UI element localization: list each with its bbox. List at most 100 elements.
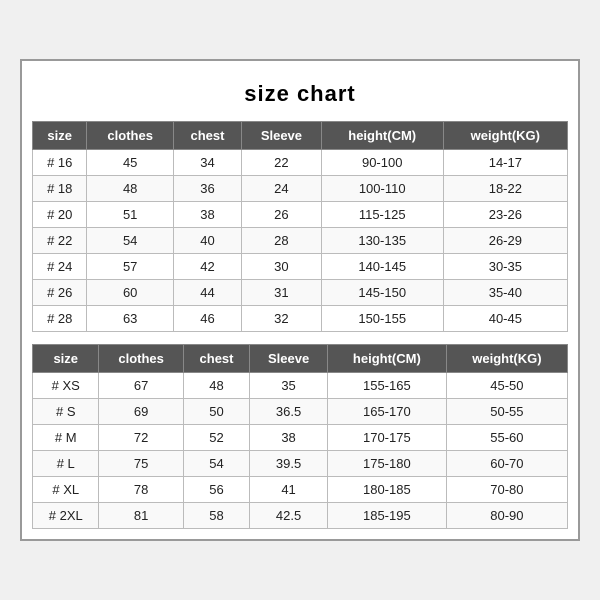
table-cell: # 22 (33, 228, 87, 254)
table-row: # L755439.5175-18060-70 (33, 451, 568, 477)
table-cell: 55-60 (446, 425, 567, 451)
table-cell: 165-170 (327, 399, 446, 425)
table-cell: # 26 (33, 280, 87, 306)
table-cell: 180-185 (327, 477, 446, 503)
table-cell: 69 (99, 399, 183, 425)
table-cell: 70-80 (446, 477, 567, 503)
table-cell: 78 (99, 477, 183, 503)
table-cell: 26-29 (443, 228, 567, 254)
table1-header-row: sizeclotheschestSleeveheight(CM)weight(K… (33, 122, 568, 150)
table-cell: 46 (173, 306, 241, 332)
table-cell: 56 (183, 477, 249, 503)
table-row: # XS674835155-16545-50 (33, 373, 568, 399)
table-cell: 40-45 (443, 306, 567, 332)
table-cell: 115-125 (321, 202, 443, 228)
table2-header: sizeclotheschestSleeveheight(CM)weight(K… (33, 345, 568, 373)
table-cell: 60 (87, 280, 173, 306)
table-cell: 100-110 (321, 176, 443, 202)
table-cell: # XL (33, 477, 99, 503)
table-cell: 42.5 (250, 503, 328, 529)
table1-header-cell: Sleeve (242, 122, 322, 150)
table2-header-cell: size (33, 345, 99, 373)
table2-header-cell: height(CM) (327, 345, 446, 373)
table-cell: # XS (33, 373, 99, 399)
table-cell: 58 (183, 503, 249, 529)
table-row: # 26604431145-15035-40 (33, 280, 568, 306)
table-cell: 60-70 (446, 451, 567, 477)
table-cell: 155-165 (327, 373, 446, 399)
table-cell: 44 (173, 280, 241, 306)
table-cell: 51 (87, 202, 173, 228)
table-cell: 52 (183, 425, 249, 451)
table2-header-cell: chest (183, 345, 249, 373)
table2-header-cell: clothes (99, 345, 183, 373)
table1-header-cell: weight(KG) (443, 122, 567, 150)
table-cell: 36.5 (250, 399, 328, 425)
table-cell: 41 (250, 477, 328, 503)
table-cell: 38 (173, 202, 241, 228)
table-cell: 57 (87, 254, 173, 280)
table-cell: 185-195 (327, 503, 446, 529)
table2-header-cell: weight(KG) (446, 345, 567, 373)
table-cell: 36 (173, 176, 241, 202)
table-cell: 170-175 (327, 425, 446, 451)
table1-header-cell: chest (173, 122, 241, 150)
table2-header-cell: Sleeve (250, 345, 328, 373)
table-cell: # 28 (33, 306, 87, 332)
table-cell: 18-22 (443, 176, 567, 202)
table-cell: 38 (250, 425, 328, 451)
table-row: # S695036.5165-17050-55 (33, 399, 568, 425)
table-cell: # 18 (33, 176, 87, 202)
size-table-2: sizeclotheschestSleeveheight(CM)weight(K… (32, 344, 568, 529)
table-row: # 28634632150-15540-45 (33, 306, 568, 332)
table-cell: 50 (183, 399, 249, 425)
table1-header-cell: size (33, 122, 87, 150)
table-cell: # 20 (33, 202, 87, 228)
table-row: # 24574230140-14530-35 (33, 254, 568, 280)
table1-header: sizeclotheschestSleeveheight(CM)weight(K… (33, 122, 568, 150)
table-cell: 22 (242, 150, 322, 176)
section-gap (32, 332, 568, 344)
table-cell: 45-50 (446, 373, 567, 399)
size-chart-container: size chart sizeclotheschestSleeveheight(… (20, 59, 580, 541)
table-cell: 75 (99, 451, 183, 477)
table-cell: 48 (183, 373, 249, 399)
table-cell: # S (33, 399, 99, 425)
table-cell: 67 (99, 373, 183, 399)
table-cell: # 2XL (33, 503, 99, 529)
table-cell: # L (33, 451, 99, 477)
table2-body: # XS674835155-16545-50# S695036.5165-170… (33, 373, 568, 529)
table-cell: 14-17 (443, 150, 567, 176)
table-cell: 80-90 (446, 503, 567, 529)
table-cell: 42 (173, 254, 241, 280)
table-cell: 35-40 (443, 280, 567, 306)
table-cell: 40 (173, 228, 241, 254)
table1-header-cell: clothes (87, 122, 173, 150)
table-cell: 26 (242, 202, 322, 228)
table1-body: # 1645342290-10014-17# 18483624100-11018… (33, 150, 568, 332)
table-cell: # 16 (33, 150, 87, 176)
table-cell: 23-26 (443, 202, 567, 228)
table2-header-row: sizeclotheschestSleeveheight(CM)weight(K… (33, 345, 568, 373)
table-cell: 90-100 (321, 150, 443, 176)
table-cell: 24 (242, 176, 322, 202)
table-cell: 28 (242, 228, 322, 254)
table-cell: 35 (250, 373, 328, 399)
table-cell: 54 (87, 228, 173, 254)
table-cell: 50-55 (446, 399, 567, 425)
table-row: # XL785641180-18570-80 (33, 477, 568, 503)
table-cell: 150-155 (321, 306, 443, 332)
table-cell: 175-180 (327, 451, 446, 477)
size-table-1: sizeclotheschestSleeveheight(CM)weight(K… (32, 121, 568, 332)
table-cell: # 24 (33, 254, 87, 280)
table-cell: 31 (242, 280, 322, 306)
table-row: # 1645342290-10014-17 (33, 150, 568, 176)
table-cell: # M (33, 425, 99, 451)
table-row: # 2XL815842.5185-19580-90 (33, 503, 568, 529)
table1-header-cell: height(CM) (321, 122, 443, 150)
table-cell: 81 (99, 503, 183, 529)
chart-title: size chart (32, 71, 568, 121)
table-cell: 39.5 (250, 451, 328, 477)
table-cell: 45 (87, 150, 173, 176)
table-row: # 20513826115-12523-26 (33, 202, 568, 228)
